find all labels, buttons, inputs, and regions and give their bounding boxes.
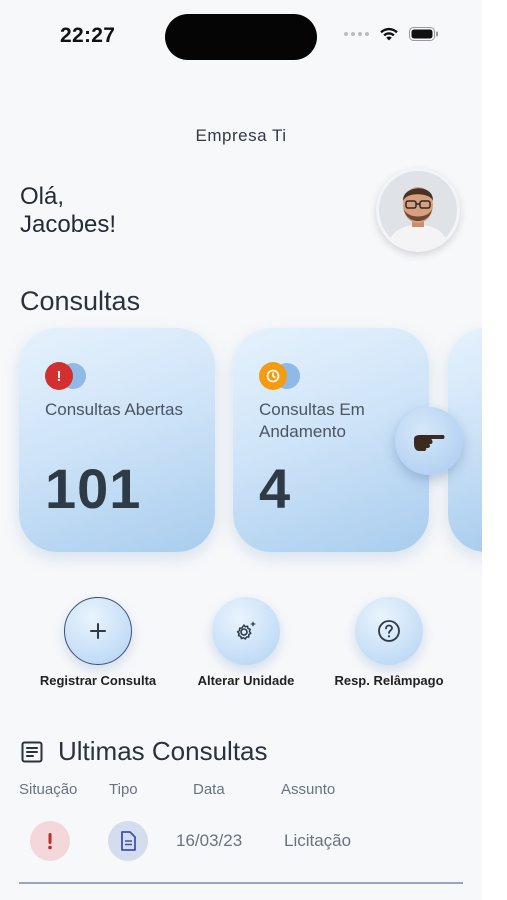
dynamic-island xyxy=(165,14,317,60)
greeting-line1: Olá, xyxy=(20,183,65,210)
pointing-hand-button[interactable] xyxy=(395,407,463,475)
avatar[interactable] xyxy=(376,168,460,252)
card-consultas-abertas[interactable]: ! Consultas Abertas 101 xyxy=(19,328,215,552)
signal-icon xyxy=(344,32,369,36)
document-icon xyxy=(108,821,148,861)
settings-sparkle-icon xyxy=(236,621,256,640)
card-icon-group xyxy=(259,362,303,392)
row-assunto: Licitação xyxy=(284,831,352,850)
status-icons xyxy=(344,26,439,42)
action-label: Registrar Consulta xyxy=(39,673,157,688)
card-value: 101 xyxy=(45,457,142,520)
action-circle[interactable] xyxy=(355,597,423,665)
alert-icon xyxy=(30,821,70,861)
card-value: 4 xyxy=(259,457,292,520)
action-registrar-consulta[interactable]: Registrar Consulta xyxy=(23,597,173,688)
status-time: 22:27 xyxy=(60,24,116,47)
ultimas-title-text: Ultimas Consultas xyxy=(58,736,268,766)
action-alterar-unidade[interactable]: Alterar Unidade xyxy=(171,597,321,688)
action-circle[interactable] xyxy=(64,597,132,665)
list-document-icon xyxy=(21,741,43,762)
wifi-icon xyxy=(380,27,398,41)
plus-icon xyxy=(90,623,106,639)
alert-icon: ! xyxy=(45,362,73,390)
column-header-assunto: Assunto xyxy=(281,781,336,798)
clock-icon xyxy=(259,362,287,390)
pointing-hand-icon xyxy=(414,435,445,451)
card-icon-group: ! xyxy=(45,362,89,392)
column-header-situacao: Situação xyxy=(19,781,78,798)
user-photo-icon xyxy=(379,171,457,249)
action-circle[interactable] xyxy=(212,597,280,665)
column-header-tipo: Tipo xyxy=(109,781,138,798)
column-header-data: Data xyxy=(193,781,225,798)
greeting-line2: Jacobes! xyxy=(20,211,117,238)
action-label: Resp. Relâmpago xyxy=(334,673,444,688)
section-title-consultas: Consultas xyxy=(20,286,141,316)
row-divider xyxy=(19,882,463,884)
action-resp-relampago[interactable]: Resp. Relâmpago xyxy=(314,597,464,688)
row-data: 16/03/23 xyxy=(176,831,243,850)
battery-icon xyxy=(409,27,438,41)
section-title-ultimas: Ultimas Consultas xyxy=(20,736,268,767)
card-label: Consultas Abertas xyxy=(45,400,183,419)
greeting: Olá, Jacobes! xyxy=(20,183,116,239)
help-icon xyxy=(378,620,400,642)
app-screen: 22:27 Empresa Ti Olá, Jacobes! Consultas… xyxy=(0,0,482,900)
action-label: Alterar Unidade xyxy=(197,673,295,688)
company-name: Empresa Ti xyxy=(195,126,287,145)
